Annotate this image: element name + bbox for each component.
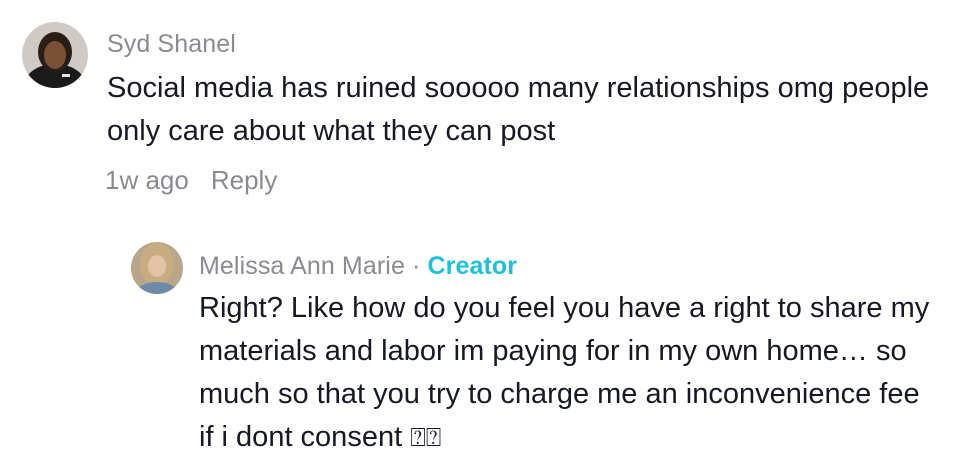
comment-meta: 1w ago Reply bbox=[105, 165, 277, 196]
creator-badge: Creator bbox=[427, 252, 518, 280]
reply-author[interactable]: Melissa Ann Marie bbox=[199, 252, 405, 280]
reply-author-line: Melissa Ann Marie · Creator bbox=[199, 252, 517, 281]
emoji-placeholder: ⍰⍰ bbox=[410, 423, 442, 453]
avatar[interactable] bbox=[131, 242, 183, 294]
reply-text: Right? Like how do you feel you have a r… bbox=[199, 287, 939, 460]
comment-timestamp: 1w ago bbox=[105, 165, 189, 195]
reply-text-body: Right? Like how do you feel you have a r… bbox=[199, 292, 930, 453]
author-separator: · bbox=[412, 252, 421, 280]
reply-button[interactable]: Reply bbox=[211, 165, 277, 195]
avatar[interactable] bbox=[22, 22, 88, 88]
comment-author[interactable]: Syd Shanel bbox=[107, 30, 236, 59]
comment-text: Social media has ruined sooooo many rela… bbox=[107, 72, 930, 147]
